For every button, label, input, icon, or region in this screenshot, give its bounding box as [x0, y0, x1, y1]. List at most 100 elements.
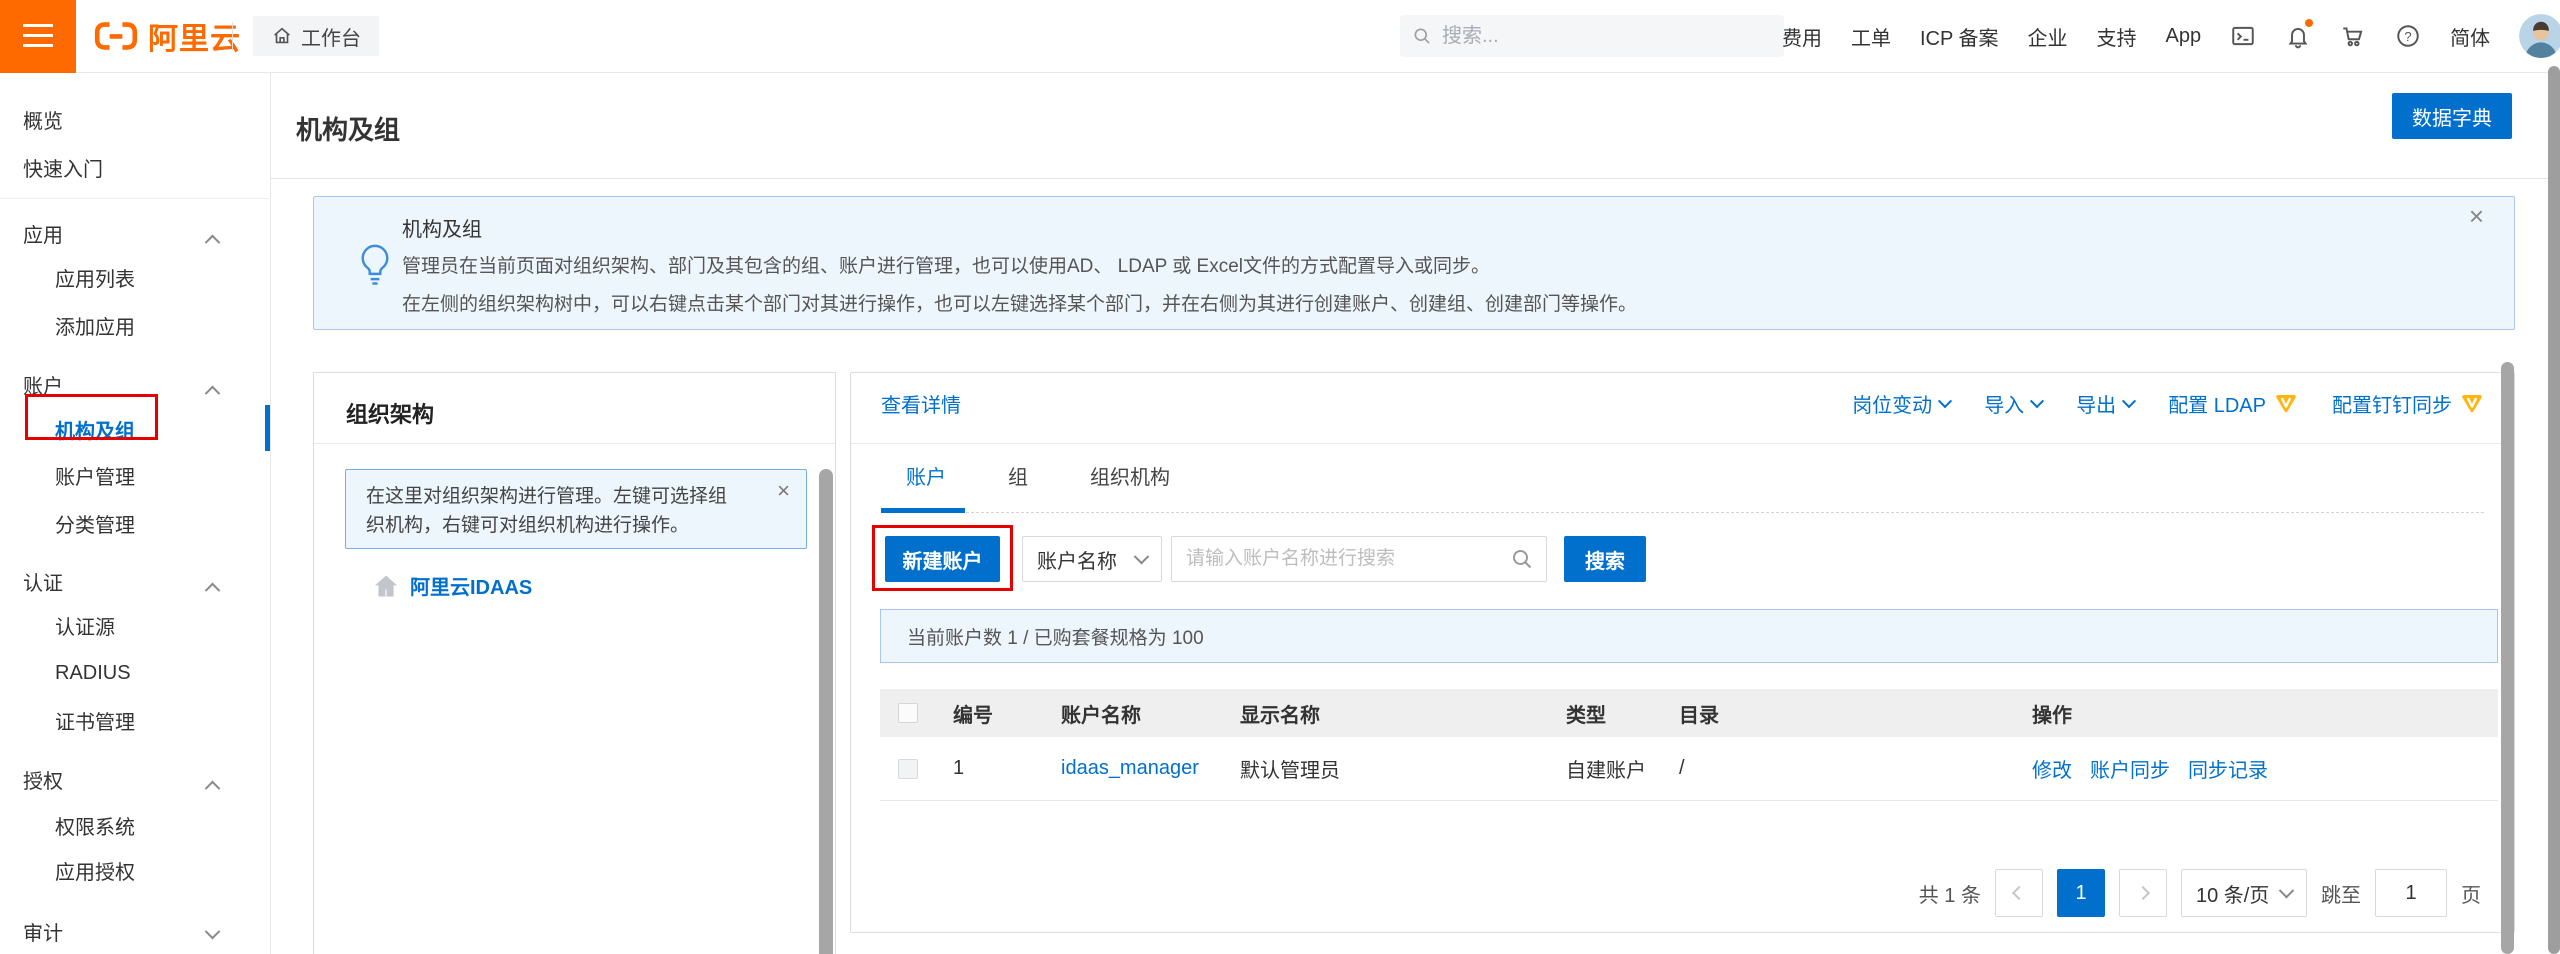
svg-text:?: ?	[2405, 29, 2412, 44]
topbar-divider	[232, 22, 233, 50]
import-dropdown[interactable]: 导入	[1984, 389, 2042, 418]
sidebar-item-quickstart[interactable]: 快速入门	[23, 153, 103, 181]
tab-org-structure[interactable]: 组织机构	[1090, 461, 1170, 490]
org-structure-panel: 组织架构 在这里对组织架构进行管理。左键可选择组织机构，右键可对组织机构进行操作…	[313, 372, 836, 954]
alibaba-cloud-logo[interactable]: 阿里云	[94, 0, 241, 72]
select-all-checkbox[interactable]	[898, 703, 918, 723]
cart-icon[interactable]	[2340, 23, 2366, 49]
column-header-actions: 操作	[2032, 689, 2072, 737]
logo-text: 阿里云	[148, 14, 241, 58]
sidebar-item-app-authorization[interactable]: 应用授权	[55, 856, 135, 884]
sidebar-item-app-list[interactable]: 应用列表	[55, 263, 135, 291]
notifications-bell-icon[interactable]	[2285, 23, 2311, 49]
language-switcher[interactable]: 简体	[2450, 22, 2490, 51]
row-display-name: 默认管理员	[1240, 737, 1340, 800]
new-account-button[interactable]: 新建账户	[885, 536, 1000, 582]
chevron-up-icon[interactable]	[207, 379, 218, 402]
hamburger-menu-button[interactable]	[0, 0, 76, 73]
chevron-right-icon	[2136, 886, 2150, 900]
sidebar-divider	[0, 198, 269, 199]
chevron-up-icon[interactable]	[207, 228, 218, 251]
page-scrollbar-thumb[interactable]	[2548, 66, 2560, 954]
notification-dot	[2305, 19, 2313, 27]
sidebar-group-authorization[interactable]: 授权	[23, 765, 63, 793]
alibaba-cloud-logo-icon	[94, 21, 138, 51]
org-tree-root-node[interactable]: 阿里云IDAAS	[372, 571, 532, 600]
sidebar-item-account-mgmt[interactable]: 账户管理	[55, 461, 135, 489]
row-checkbox[interactable]	[898, 759, 918, 779]
account-search-box	[1171, 536, 1547, 582]
page-size-select[interactable]: 10 条/页	[2181, 869, 2307, 917]
view-detail-link[interactable]: 查看详情	[881, 389, 961, 418]
row-account-link[interactable]: idaas_manager	[1061, 737, 1199, 800]
menu-item-billing[interactable]: 费用	[1782, 22, 1822, 51]
sidebar-group-authentication[interactable]: 认证	[23, 567, 63, 595]
search-button[interactable]: 搜索	[1564, 536, 1646, 582]
org-panel-scrollbar[interactable]	[819, 469, 833, 954]
org-panel-title: 组织架构	[346, 397, 434, 429]
filter-field-select[interactable]: 账户名称	[1022, 536, 1162, 582]
banner-text-line1: 管理员在当前页面对组织架构、部门及其包含的组、账户进行管理，也可以使用AD、 L…	[402, 251, 1490, 278]
column-header-type: 类型	[1566, 689, 1606, 737]
row-action-edit[interactable]: 修改	[2032, 754, 2072, 783]
sidebar-item-auth-source[interactable]: 认证源	[55, 611, 115, 639]
current-page-button[interactable]: 1	[2057, 869, 2105, 917]
row-action-sync-records[interactable]: 同步记录	[2188, 754, 2268, 783]
banner-text-line2: 在左侧的组织架构树中，可以右键点击某个部门对其进行操作，也可以左键选择某个部门，…	[402, 289, 1637, 316]
sidebar-item-org-and-groups[interactable]: 机构及组	[55, 415, 135, 443]
tab-bar: 账户 组 组织机构	[906, 461, 1170, 490]
user-avatar[interactable]	[2519, 14, 2560, 58]
sidebar-item-radius[interactable]: RADIUS	[55, 659, 131, 687]
cloudshell-icon[interactable]	[2230, 23, 2256, 49]
account-search-input[interactable]	[1184, 547, 1502, 571]
content-scrollbar-thumb[interactable]	[2501, 362, 2514, 954]
page-title: 机构及组	[296, 110, 400, 147]
configure-dingtalk-sync-link[interactable]: 配置钉钉同步	[2332, 389, 2484, 418]
export-dropdown[interactable]: 导出	[2076, 389, 2134, 418]
data-dictionary-button[interactable]: 数据字典	[2392, 93, 2512, 139]
menu-item-icp[interactable]: ICP 备案	[1920, 22, 1999, 51]
menu-item-support[interactable]: 支持	[2097, 22, 2137, 51]
sidebar-item-overview[interactable]: 概览	[23, 105, 63, 133]
sidebar-item-category-mgmt[interactable]: 分类管理	[55, 509, 135, 537]
sidebar-item-permission-system[interactable]: 权限系统	[55, 811, 135, 839]
pagination: 共 1 条 1 10 条/页 跳至 页	[1919, 869, 2481, 917]
sidebar-group-applications[interactable]: 应用	[23, 219, 63, 247]
sidebar-item-add-app[interactable]: 添加应用	[55, 311, 135, 339]
search-icon	[1510, 547, 1534, 571]
chevron-up-icon[interactable]	[207, 774, 218, 797]
org-tip-close-icon[interactable]: ×	[777, 480, 790, 502]
search-icon	[1412, 26, 1432, 46]
menu-item-tickets[interactable]: 工单	[1851, 22, 1891, 51]
workspace-label: 工作台	[301, 22, 361, 51]
banner-close-icon[interactable]: ×	[2469, 203, 2484, 229]
topbar-search-input[interactable]	[1440, 24, 1724, 49]
detail-panel-divider	[851, 443, 2514, 444]
chevron-down-icon[interactable]	[207, 923, 218, 946]
sidebar-group-accounts[interactable]: 账户	[23, 370, 63, 398]
topbar-search	[1400, 15, 1784, 57]
prev-page-button[interactable]	[1995, 869, 2043, 917]
chevron-up-icon[interactable]	[207, 576, 218, 599]
tab-groups[interactable]: 组	[1008, 461, 1028, 490]
tab-accounts[interactable]: 账户	[906, 461, 946, 490]
building-icon	[372, 572, 400, 600]
org-node-label: 阿里云IDAAS	[410, 571, 532, 600]
row-action-account-sync[interactable]: 账户同步	[2090, 754, 2170, 783]
column-header-display: 显示名称	[1240, 689, 1320, 737]
sidebar-group-audit[interactable]: 审计	[23, 917, 63, 945]
help-icon[interactable]: ?	[2395, 23, 2421, 49]
next-page-button[interactable]	[2119, 869, 2167, 917]
banner-title: 机构及组	[402, 213, 482, 242]
jump-to-page-input[interactable]	[2375, 869, 2447, 917]
sidebar-item-cert-mgmt[interactable]: 证书管理	[55, 706, 135, 734]
menu-item-app[interactable]: App	[2166, 25, 2202, 48]
page-unit-label: 页	[2461, 879, 2481, 908]
workspace-button[interactable]: 工作台	[253, 16, 379, 56]
menu-item-enterprise[interactable]: 企业	[2028, 22, 2068, 51]
column-header-no: 编号	[953, 689, 993, 737]
org-tip-box: 在这里对组织架构进行管理。左键可选择组织机构，右键可对组织机构进行操作。 ×	[345, 469, 807, 549]
vip-badge-icon	[2274, 392, 2298, 416]
configure-ldap-link[interactable]: 配置 LDAP	[2168, 389, 2298, 418]
position-change-dropdown[interactable]: 岗位变动	[1852, 389, 1950, 418]
